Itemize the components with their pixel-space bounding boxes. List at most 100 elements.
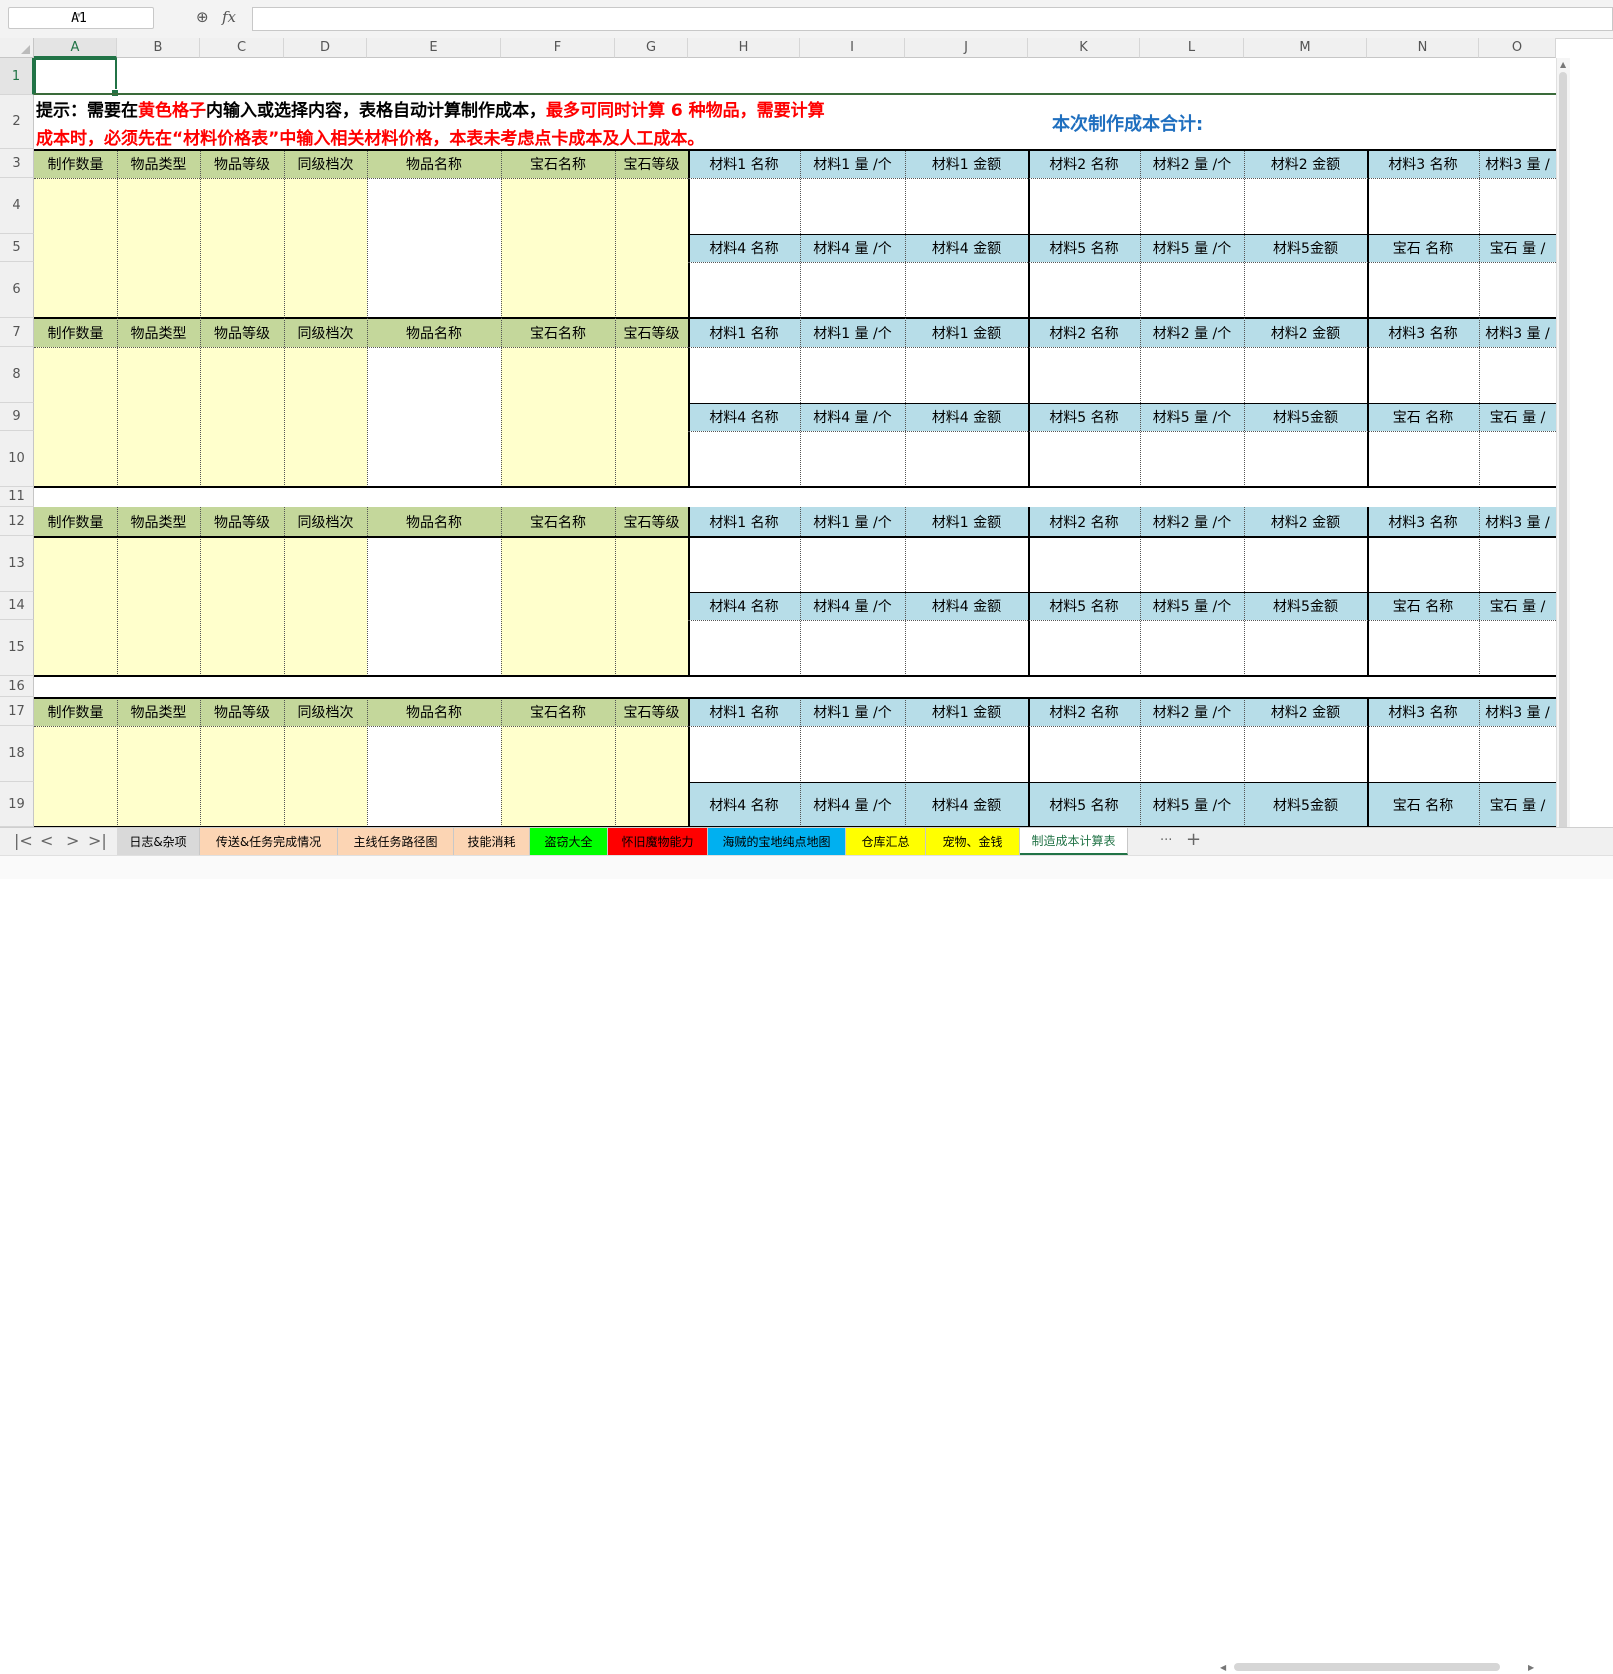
left-header-4[interactable]: 同级档次 (284, 697, 367, 726)
material-header[interactable]: 材料4 名称 (688, 782, 800, 827)
material-cell[interactable] (1028, 726, 1140, 782)
row-header-9[interactable]: 9 (0, 403, 34, 431)
material-cell[interactable] (1244, 726, 1367, 782)
material-cell[interactable] (1367, 726, 1479, 782)
material-header[interactable]: 材料3 名称 (1367, 318, 1479, 347)
input-cell[interactable] (200, 536, 284, 676)
column-header-D[interactable]: D (284, 38, 367, 58)
column-header-J[interactable]: J (905, 38, 1028, 58)
material-header[interactable]: 材料5 量 /个 (1140, 403, 1244, 431)
sheet-tab-8[interactable]: 仓库汇总 (846, 828, 926, 855)
material-header[interactable]: 宝石 名称 (1367, 592, 1479, 620)
material-cell[interactable] (1140, 726, 1244, 782)
material-header[interactable]: 材料1 名称 (688, 149, 800, 178)
left-header-7[interactable]: 宝石等级 (615, 697, 688, 726)
row-header-14[interactable]: 14 (0, 592, 34, 620)
material-header[interactable]: 材料5 名称 (1028, 592, 1140, 620)
left-header-6[interactable]: 宝石名称 (501, 697, 615, 726)
material-header[interactable]: 材料1 量 /个 (800, 507, 905, 536)
material-cell[interactable] (1479, 620, 1556, 676)
material-header[interactable]: 材料2 金额 (1244, 507, 1367, 536)
material-cell[interactable] (800, 347, 905, 403)
row-header-11[interactable]: 11 (0, 487, 34, 507)
material-cell[interactable] (1479, 262, 1556, 318)
row-header-7[interactable]: 7 (0, 318, 34, 347)
last-sheet-icon[interactable]: >| (88, 831, 107, 850)
input-cell[interactable] (200, 347, 284, 487)
material-cell[interactable] (688, 178, 800, 234)
material-header[interactable]: 材料2 量 /个 (1140, 318, 1244, 347)
material-cell[interactable] (1367, 178, 1479, 234)
vertical-scrollbar[interactable]: ▲ (1556, 58, 1570, 832)
material-cell[interactable] (1028, 536, 1140, 592)
prev-sheet-icon[interactable]: < (40, 831, 53, 850)
left-header-1[interactable]: 制作数量 (34, 507, 117, 536)
input-cell[interactable] (367, 178, 501, 318)
material-header[interactable]: 材料4 量 /个 (800, 234, 905, 262)
material-cell[interactable] (905, 347, 1028, 403)
fx-icon[interactable]: fx (222, 8, 236, 26)
material-cell[interactable] (905, 178, 1028, 234)
vertical-scroll-thumb[interactable] (1559, 72, 1567, 832)
scroll-up-icon[interactable]: ▲ (1560, 60, 1566, 69)
material-header[interactable]: 材料3 量 / (1479, 507, 1556, 536)
input-cell[interactable] (284, 347, 367, 487)
left-header-5[interactable]: 物品名称 (367, 507, 501, 536)
left-header-1[interactable]: 制作数量 (34, 697, 117, 726)
material-header[interactable]: 材料5 量 /个 (1140, 782, 1244, 827)
input-cell[interactable] (501, 178, 615, 318)
material-cell[interactable] (1244, 178, 1367, 234)
material-header[interactable]: 材料5金额 (1244, 403, 1367, 431)
sheet-tab-2[interactable]: 传送&任务完成情况 (200, 828, 338, 855)
left-header-5[interactable]: 物品名称 (367, 318, 501, 347)
row-header-3[interactable]: 3 (0, 149, 34, 178)
left-header-1[interactable]: 制作数量 (34, 318, 117, 347)
material-cell[interactable] (905, 431, 1028, 487)
material-cell[interactable] (1367, 262, 1479, 318)
material-cell[interactable] (1140, 431, 1244, 487)
material-cell[interactable] (800, 431, 905, 487)
material-cell[interactable] (1479, 431, 1556, 487)
input-cell[interactable] (284, 726, 367, 827)
column-header-C[interactable]: C (200, 38, 284, 58)
material-header[interactable]: 材料2 名称 (1028, 149, 1140, 178)
input-cell[interactable] (615, 536, 688, 676)
input-cell[interactable] (615, 726, 688, 827)
material-header[interactable]: 材料1 名称 (688, 507, 800, 536)
spreadsheet-grid[interactable]: 宝石 量 / 材料3 量 / 宝石 名称 材料3 名称 材料5金额 材料2 金额 材料5 量… (34, 58, 1556, 827)
material-header[interactable]: 材料2 金额 (1244, 149, 1367, 178)
left-header-3[interactable]: 物品等级 (200, 149, 284, 178)
material-cell[interactable] (905, 620, 1028, 676)
material-cell[interactable] (1479, 347, 1556, 403)
row-header-12[interactable]: 12 (0, 507, 34, 536)
input-cell[interactable] (284, 536, 367, 676)
chevron-down-icon[interactable]: ▾ (9, 10, 149, 21)
material-header[interactable]: 材料1 金额 (905, 318, 1028, 347)
input-cell[interactable] (34, 726, 117, 827)
column-header-K[interactable]: K (1028, 38, 1140, 58)
input-cell[interactable] (34, 536, 117, 676)
row-header-10[interactable]: 10 (0, 431, 34, 487)
material-header[interactable]: 材料5 量 /个 (1140, 234, 1244, 262)
material-header[interactable]: 材料4 量 /个 (800, 592, 905, 620)
input-cell[interactable] (34, 178, 117, 318)
column-header-A[interactable]: A (34, 38, 117, 58)
material-header[interactable]: 材料5 名称 (1028, 234, 1140, 262)
material-cell[interactable] (1028, 620, 1140, 676)
material-header[interactable]: 材料1 名称 (688, 318, 800, 347)
row-header-8[interactable]: 8 (0, 347, 34, 403)
material-header[interactable]: 材料5 量 /个 (1140, 592, 1244, 620)
row-header-6[interactable]: 6 (0, 262, 34, 318)
material-cell[interactable] (1367, 536, 1479, 592)
material-header[interactable]: 材料2 量 /个 (1140, 149, 1244, 178)
more-sheets-icon[interactable]: ··· (1160, 833, 1172, 848)
left-header-3[interactable]: 物品等级 (200, 318, 284, 347)
material-cell[interactable] (1244, 431, 1367, 487)
material-cell[interactable] (688, 262, 800, 318)
material-cell[interactable] (800, 178, 905, 234)
column-header-N[interactable]: N (1367, 38, 1479, 58)
material-header[interactable]: 材料4 金额 (905, 782, 1028, 827)
material-header[interactable]: 材料5金额 (1244, 592, 1367, 620)
material-header[interactable]: 材料5 名称 (1028, 403, 1140, 431)
input-cell[interactable] (367, 347, 501, 487)
